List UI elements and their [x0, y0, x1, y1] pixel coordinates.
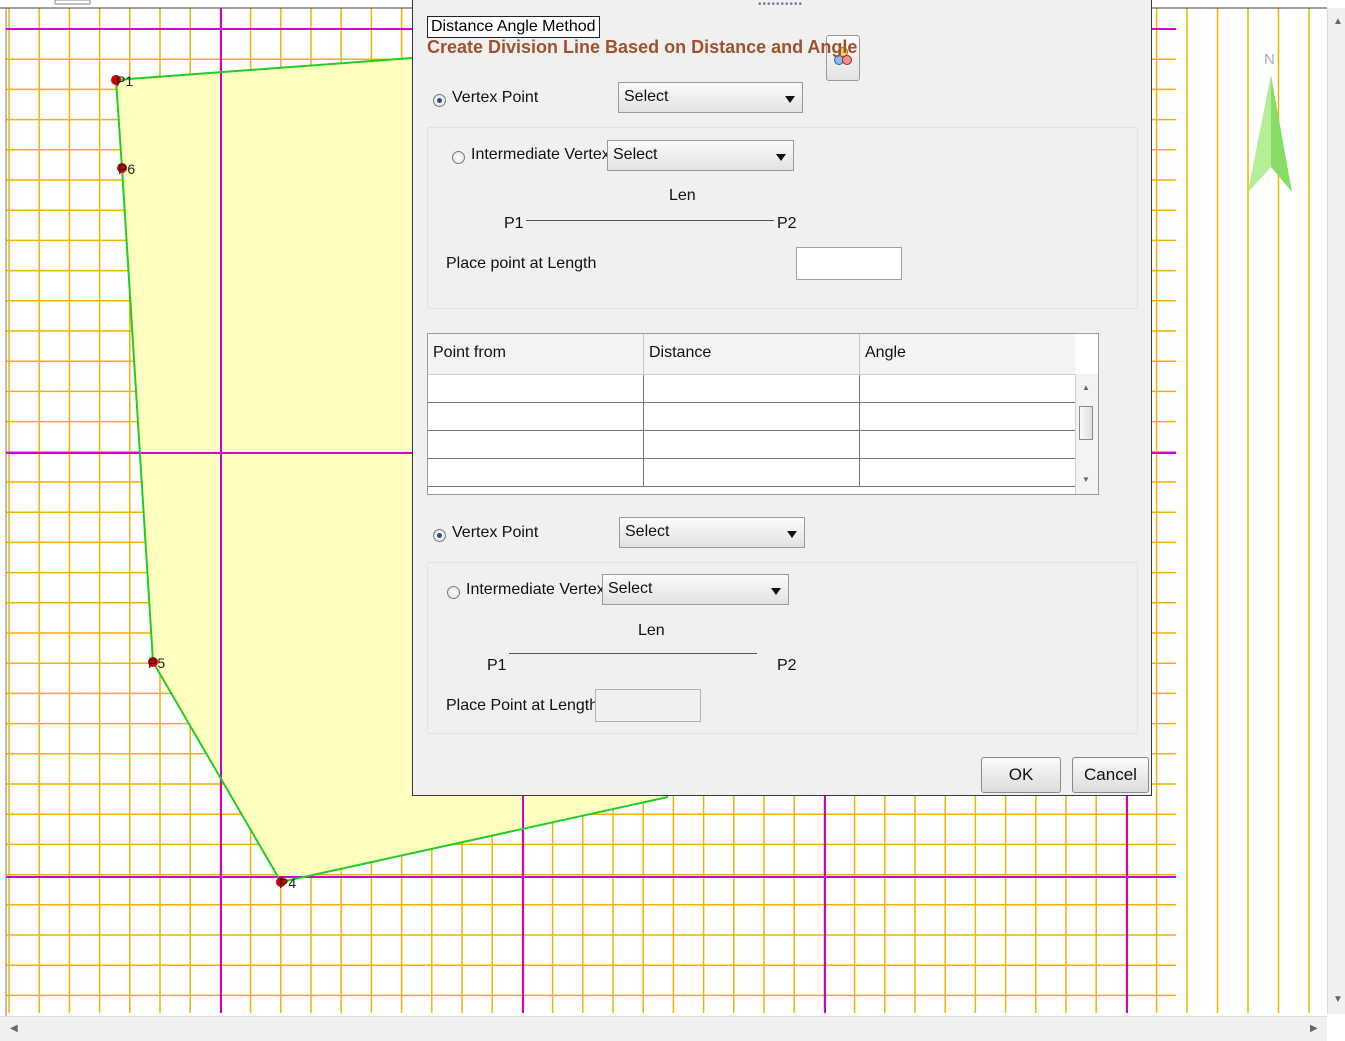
- vertex-point-select-value-2: Select: [625, 523, 670, 540]
- column-header-point-from[interactable]: Point from: [433, 344, 506, 362]
- place-point-length-input-1[interactable]: [796, 247, 902, 280]
- dialog-drag-handle[interactable]: ••••••••••: [758, 0, 803, 10]
- place-point-length-input-2[interactable]: [595, 689, 701, 722]
- distance-angle-dialog: •••••••••• Distance Angle Method Create …: [412, 0, 1152, 796]
- table-row[interactable]: [428, 459, 1075, 487]
- vertex-label-p5: P5: [148, 655, 165, 671]
- table-scrollbar[interactable]: ▲ ▼: [1075, 374, 1098, 494]
- table-cell[interactable]: [644, 431, 860, 458]
- p1-label-2: P1: [487, 657, 507, 674]
- table-cell[interactable]: [428, 375, 644, 402]
- table-cell[interactable]: [860, 403, 1075, 430]
- header-divider: [859, 334, 860, 374]
- vertex-point-radio-2[interactable]: [433, 529, 446, 542]
- p2-label-1: P2: [777, 215, 797, 232]
- intermediate-vertex-radio-2[interactable]: [447, 586, 460, 599]
- scroll-thumb[interactable]: [1079, 406, 1093, 440]
- scroll-up-icon[interactable]: ▲: [1082, 382, 1090, 394]
- table-cell[interactable]: [428, 459, 644, 486]
- chevron-down-icon: [785, 96, 795, 103]
- vertex-label-p1: P1: [116, 73, 133, 89]
- intermediate-vertex-label-1: Intermediate Vertex: [471, 146, 610, 163]
- table-cell[interactable]: [644, 375, 860, 402]
- intermediate-vertex-select-value-2: Select: [608, 580, 653, 597]
- vertex-point-select-2[interactable]: Select: [619, 517, 805, 548]
- vertical-scrollbar[interactable]: ▲ ▼: [1327, 8, 1345, 1014]
- place-point-label-2: Place Point at Length: [446, 697, 599, 714]
- table-cell[interactable]: [428, 431, 644, 458]
- intermediate-vertex-select-1[interactable]: Select: [607, 140, 794, 171]
- length-line-2: [509, 653, 757, 654]
- vertex-point-label-1: Vertex Point: [452, 89, 539, 106]
- intermediate-vertex-select-value-1: Select: [613, 146, 658, 163]
- length-line-1: [526, 220, 774, 221]
- len-label-2: Len: [638, 622, 665, 639]
- p2-label-2: P2: [777, 657, 797, 674]
- chevron-down-icon: [776, 154, 786, 161]
- north-label: N: [1264, 51, 1275, 68]
- table-header: Point from Distance Angle: [428, 334, 1075, 375]
- ok-button[interactable]: OK: [981, 757, 1061, 793]
- column-header-angle[interactable]: Angle: [865, 344, 906, 362]
- vertex-label-p6: P6: [118, 161, 135, 177]
- table-row[interactable]: [428, 403, 1075, 431]
- table-cell[interactable]: [860, 459, 1075, 486]
- chevron-down-icon: [771, 588, 781, 595]
- table-cell[interactable]: [860, 375, 1075, 402]
- scroll-left-icon[interactable]: ◀: [10, 1023, 18, 1035]
- dialog-title-tooltip: Distance Angle Method: [427, 16, 600, 38]
- intermediate-vertex-label-2: Intermediate Vertex: [466, 581, 605, 598]
- chevron-down-icon: [787, 531, 797, 538]
- vertex-label-p4: P4: [279, 875, 296, 891]
- cancel-button[interactable]: Cancel: [1072, 757, 1149, 793]
- vertex-p4[interactable]: P4: [276, 875, 296, 891]
- scroll-up-icon[interactable]: ▲: [1333, 16, 1343, 28]
- vertex-point-label-2: Vertex Point: [452, 524, 539, 541]
- table-cell[interactable]: [860, 431, 1075, 458]
- table-row[interactable]: [428, 431, 1075, 459]
- vertex-point-select-value-1: Select: [624, 88, 669, 105]
- table-cell[interactable]: [644, 403, 860, 430]
- vertex-p6[interactable]: P6: [117, 161, 135, 177]
- place-point-label-1: Place point at Length: [446, 255, 597, 272]
- table-cell[interactable]: [644, 459, 860, 486]
- distance-angle-table: Point from Distance Angle ▲ ▼: [427, 333, 1099, 495]
- scroll-down-icon[interactable]: ▼: [1082, 474, 1090, 486]
- vertex-point-radio-1[interactable]: [433, 94, 446, 107]
- horizontal-scrollbar[interactable]: ◀ ▶: [0, 1016, 1327, 1041]
- vertex-point-select-1[interactable]: Select: [618, 82, 803, 113]
- scroll-right-icon[interactable]: ▶: [1310, 1023, 1318, 1035]
- header-divider: [643, 334, 644, 374]
- scroll-down-icon[interactable]: ▼: [1333, 994, 1343, 1006]
- vertex-p5[interactable]: P5: [148, 655, 165, 671]
- intermediate-vertex-select-2[interactable]: Select: [602, 574, 789, 605]
- dialog-subtitle: Create Division Line Based on Distance a…: [427, 37, 858, 57]
- table-cell[interactable]: [428, 403, 644, 430]
- intermediate-vertex-radio-1[interactable]: [452, 151, 465, 164]
- len-label-1: Len: [669, 187, 696, 204]
- column-header-distance[interactable]: Distance: [649, 344, 711, 362]
- table-row[interactable]: [428, 375, 1075, 403]
- p1-label-1: P1: [504, 215, 524, 232]
